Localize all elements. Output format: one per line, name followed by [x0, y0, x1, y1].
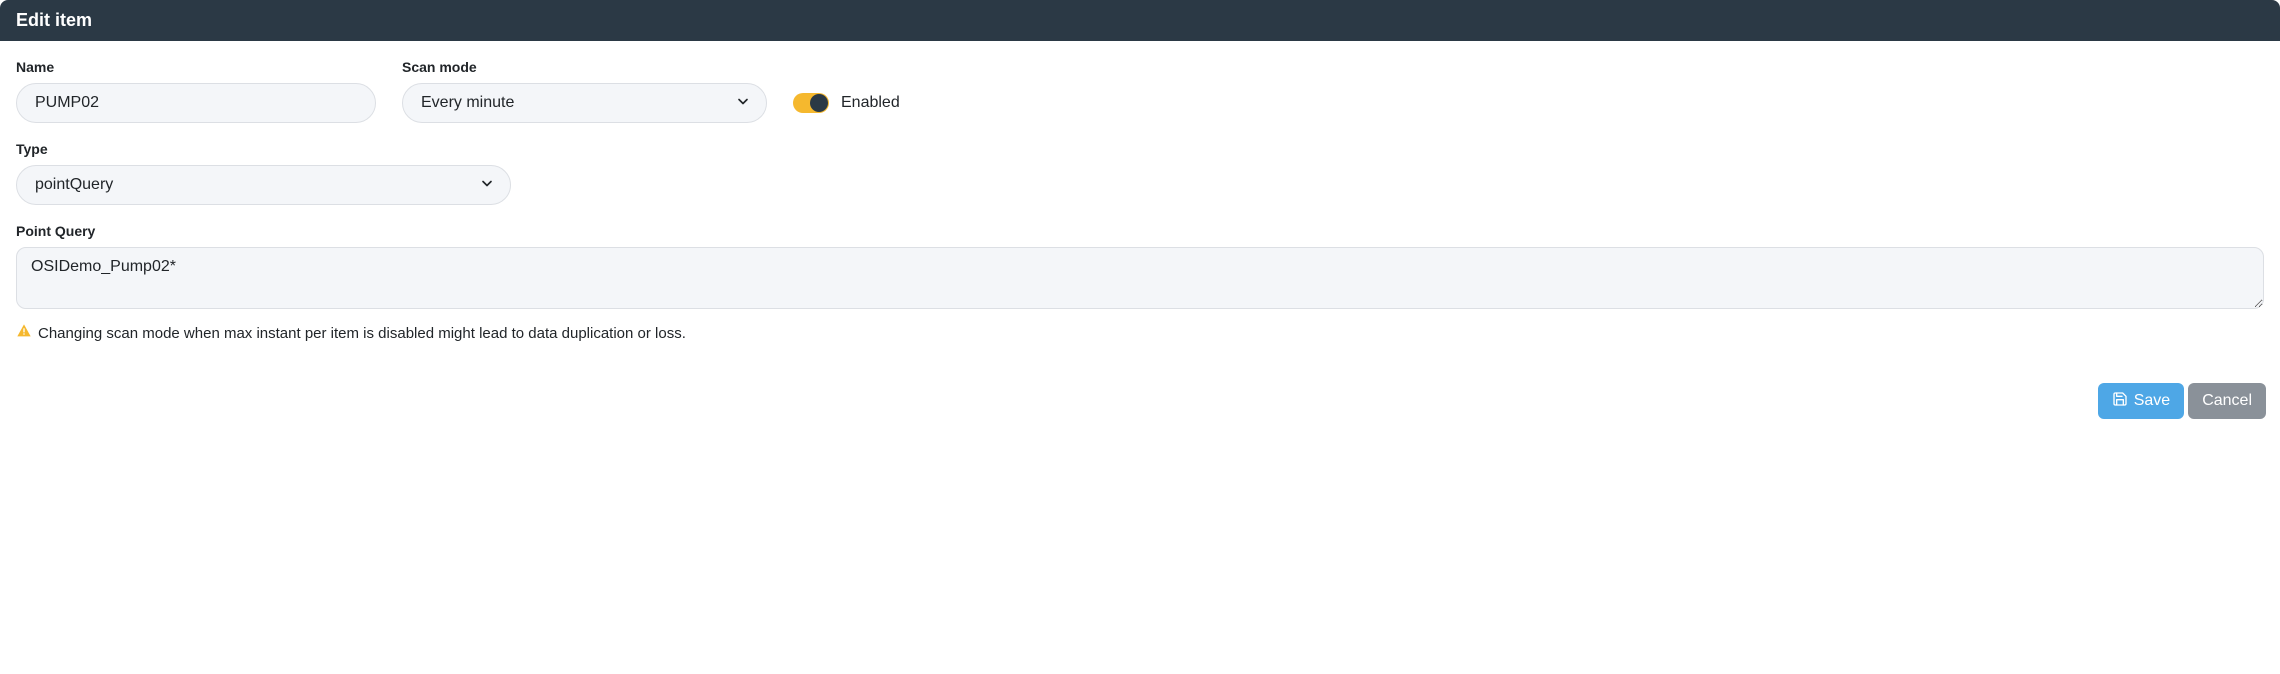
save-icon	[2112, 391, 2128, 412]
modal-title: Edit item	[16, 10, 92, 30]
toggle-knob	[810, 94, 828, 112]
field-type: Type pointQuery	[16, 141, 511, 205]
scan-mode-value: Every minute	[421, 94, 514, 112]
modal-header: Edit item	[0, 0, 2280, 41]
row-type: Type pointQuery	[16, 141, 2264, 205]
type-select[interactable]: pointQuery	[16, 165, 511, 205]
save-label: Save	[2134, 392, 2170, 410]
type-select-wrap: pointQuery	[16, 165, 511, 205]
row-name-scan: Name Scan mode Every minute E	[16, 59, 2264, 123]
field-name: Name	[16, 59, 376, 123]
warning-icon	[16, 323, 32, 343]
cancel-label: Cancel	[2202, 392, 2252, 410]
name-input[interactable]	[16, 83, 376, 123]
enabled-toggle-row: Enabled	[793, 83, 900, 123]
scan-mode-label: Scan mode	[402, 59, 767, 75]
scan-mode-select-wrap: Every minute	[402, 83, 767, 123]
point-query-input[interactable]	[16, 247, 2264, 309]
field-scan-mode: Scan mode Every minute	[402, 59, 767, 123]
warning-row: Changing scan mode when max instant per …	[16, 323, 2264, 343]
enabled-toggle[interactable]	[793, 93, 829, 113]
warning-text: Changing scan mode when max instant per …	[38, 325, 686, 342]
save-button[interactable]: Save	[2098, 383, 2184, 419]
modal-footer: Save Cancel	[0, 383, 2280, 429]
edit-item-modal: Edit item Name Scan mode Every minute	[0, 0, 2280, 429]
point-query-label: Point Query	[16, 223, 2264, 239]
enabled-label: Enabled	[841, 94, 900, 112]
field-point-query: Point Query	[16, 223, 2264, 309]
modal-body: Name Scan mode Every minute E	[0, 41, 2280, 383]
name-label: Name	[16, 59, 376, 75]
cancel-button[interactable]: Cancel	[2188, 383, 2266, 419]
scan-mode-select[interactable]: Every minute	[402, 83, 767, 123]
type-label: Type	[16, 141, 511, 157]
type-value: pointQuery	[35, 176, 113, 194]
